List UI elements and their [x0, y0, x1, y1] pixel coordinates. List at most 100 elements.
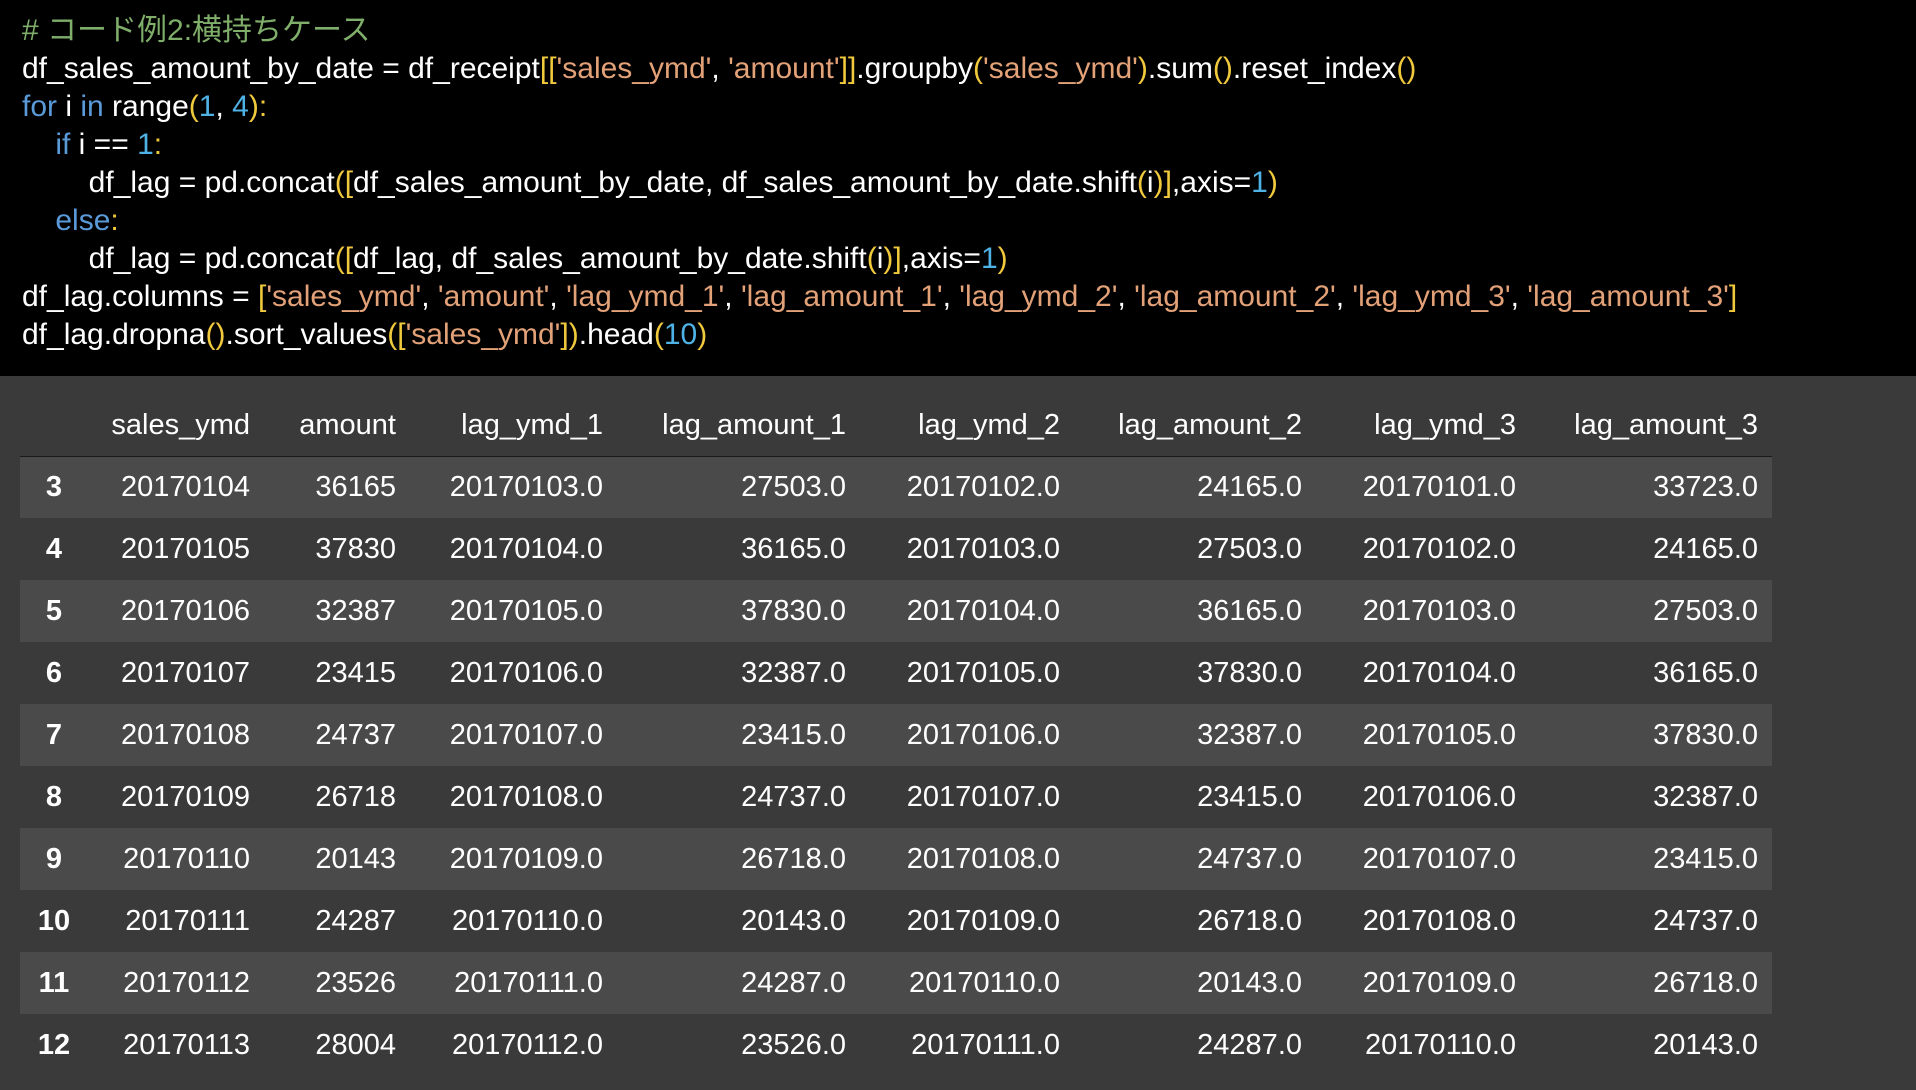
table-cell: 20170109.0 [1362, 966, 1516, 999]
table-cell: 23415.0 [1197, 780, 1302, 813]
code-token: , [1117, 280, 1135, 313]
table-cell: 23415.0 [1653, 842, 1758, 875]
code-token: ) [1267, 166, 1278, 199]
dataframe-table: sales_ymd amount lag_ymd_1 lag_amount_1 lag_… [20, 376, 1772, 1076]
row-index: 5 [45, 594, 63, 627]
table-cell: 20170110.0 [908, 966, 1060, 999]
table-cell: 20170112.0 [451, 1028, 603, 1061]
code-token: ( [1136, 166, 1147, 199]
table-cell: 20170112 [123, 966, 250, 999]
table-cell: 20170101.0 [1362, 470, 1516, 503]
output-cell: sales_ymd amount lag_ymd_1 lag_amount_1 lag_… [0, 376, 1916, 1090]
row-index: 7 [45, 718, 63, 751]
table-row: 9 20170110 20143 20170109.0 26718.0 20170108.… [20, 828, 1772, 890]
table-cell: 20170105 [120, 532, 250, 565]
table-cell: 37830 [315, 532, 396, 565]
code-token: 'lag_amount_2' [1134, 280, 1336, 313]
table-cell: 20143 [315, 842, 396, 875]
table-cell: 20170106.0 [1362, 780, 1516, 813]
code-token: 'lag_amount_1' [740, 280, 943, 313]
code-token: ( [973, 52, 984, 85]
table-row: 11 20170112 23526 20170111.0 24287.0 20170110… [20, 952, 1772, 1014]
table-cell: 20170111 [125, 904, 250, 937]
table-cell: 32387 [315, 594, 396, 627]
column-header: lag_ymd_2 [860, 376, 1074, 457]
table-cell: 26718.0 [1197, 904, 1302, 937]
code-token: df_lag.columns = [22, 280, 258, 313]
table-cell: 32387.0 [741, 656, 846, 689]
row-index: 8 [45, 780, 63, 813]
table-cell: 20170107 [120, 656, 250, 689]
code-line: df_lag.dropna().sort_values(['sales_ymd'… [22, 316, 707, 354]
code-token: if [55, 128, 71, 161]
code-token: in [80, 90, 104, 123]
table-cell: 24737.0 [1653, 904, 1758, 937]
table-cell: 20170111.0 [911, 1028, 1060, 1061]
table-cell: 20170110.0 [451, 904, 603, 937]
code-token: i [57, 90, 81, 123]
code-token: : [153, 128, 163, 161]
table-cell: 24165.0 [1653, 532, 1758, 565]
code-token: for [22, 90, 58, 123]
index-header [20, 376, 88, 457]
table-cell: 37830.0 [741, 594, 846, 627]
table-cell: 20170107.0 [449, 718, 603, 751]
row-index: 10 [37, 904, 71, 937]
table-cell: 20170102.0 [1362, 532, 1516, 565]
code-line: df_lag.columns = ['sales_ymd', 'amount',… [22, 278, 1737, 316]
code-token: 'lag_ymd_1' [566, 280, 725, 313]
code-token: ,axis= [1171, 166, 1252, 199]
code-token: ( [653, 318, 664, 351]
table-cell: 24737 [315, 718, 396, 751]
table-cell: 20170105.0 [906, 656, 1060, 689]
code-token: ) [997, 242, 1008, 275]
code-token: , [724, 280, 741, 313]
code-token: # コード例2:横持ちケース [22, 14, 371, 47]
table-cell: 20170108.0 [449, 780, 603, 813]
code-token: 4 [232, 90, 249, 123]
code-token: ( [866, 242, 877, 275]
code-token: .reset_index [1232, 52, 1397, 85]
table-row: 12 20170113 28004 20170112.0 23526.0 20170111… [20, 1014, 1772, 1076]
code-token: () [1212, 52, 1233, 85]
row-index: 4 [45, 532, 63, 565]
table-row: 7 20170108 24737 20170107.0 23415.0 20170106.… [20, 704, 1772, 766]
row-index: 3 [45, 470, 63, 503]
table-cell: 20170110.0 [1364, 1028, 1516, 1061]
code-token: ,axis= [901, 242, 981, 275]
code-token: 'sales_ymd' [405, 318, 561, 351]
code-cell[interactable]: # コード例2:横持ちケース df_sales_amount_by_date = … [0, 0, 1916, 376]
code-token: , [942, 280, 960, 313]
code-token: ([ [387, 318, 406, 351]
table-cell: 20170109.0 [906, 904, 1060, 937]
code-token: ) [697, 318, 708, 351]
code-token: ): [248, 90, 268, 123]
code-token: 'sales_ymd' [983, 52, 1138, 85]
column-header: lag_amount_3 [1530, 376, 1772, 457]
table-row: 10 20170111 24287 20170110.0 20143.0 20170109… [20, 890, 1772, 952]
code-token: 'amount' [728, 52, 840, 85]
code-token: 'amount' [437, 280, 550, 313]
code-token: .sum [1147, 52, 1213, 85]
code-line: else: [22, 202, 118, 240]
code-token: range [103, 90, 189, 123]
code-token: , [711, 52, 729, 85]
row-index: 9 [45, 842, 63, 875]
code-token: ) [1137, 52, 1148, 85]
code-token: , [215, 90, 233, 123]
column-header: amount [264, 376, 410, 457]
row-index: 11 [38, 966, 70, 999]
code-line: df_lag = pd.concat([df_lag, df_sales_amo… [22, 240, 1008, 278]
code-token: .head [578, 318, 654, 351]
table-row: 3 20170104 36165 20170103.0 27503.0 20170102.… [20, 456, 1772, 518]
code-token: () [1396, 52, 1417, 85]
code-token: )] [1153, 166, 1172, 199]
code-token: 'sales_ymd' [556, 52, 712, 85]
code-token: df_lag = pd.concat [22, 166, 335, 199]
code-token: df_sales_amount_by_date, df_sales_amount… [353, 166, 1137, 199]
table-cell: 20170113 [123, 1028, 250, 1061]
code-token: ]) [560, 318, 579, 351]
column-header: sales_ymd [88, 376, 264, 457]
